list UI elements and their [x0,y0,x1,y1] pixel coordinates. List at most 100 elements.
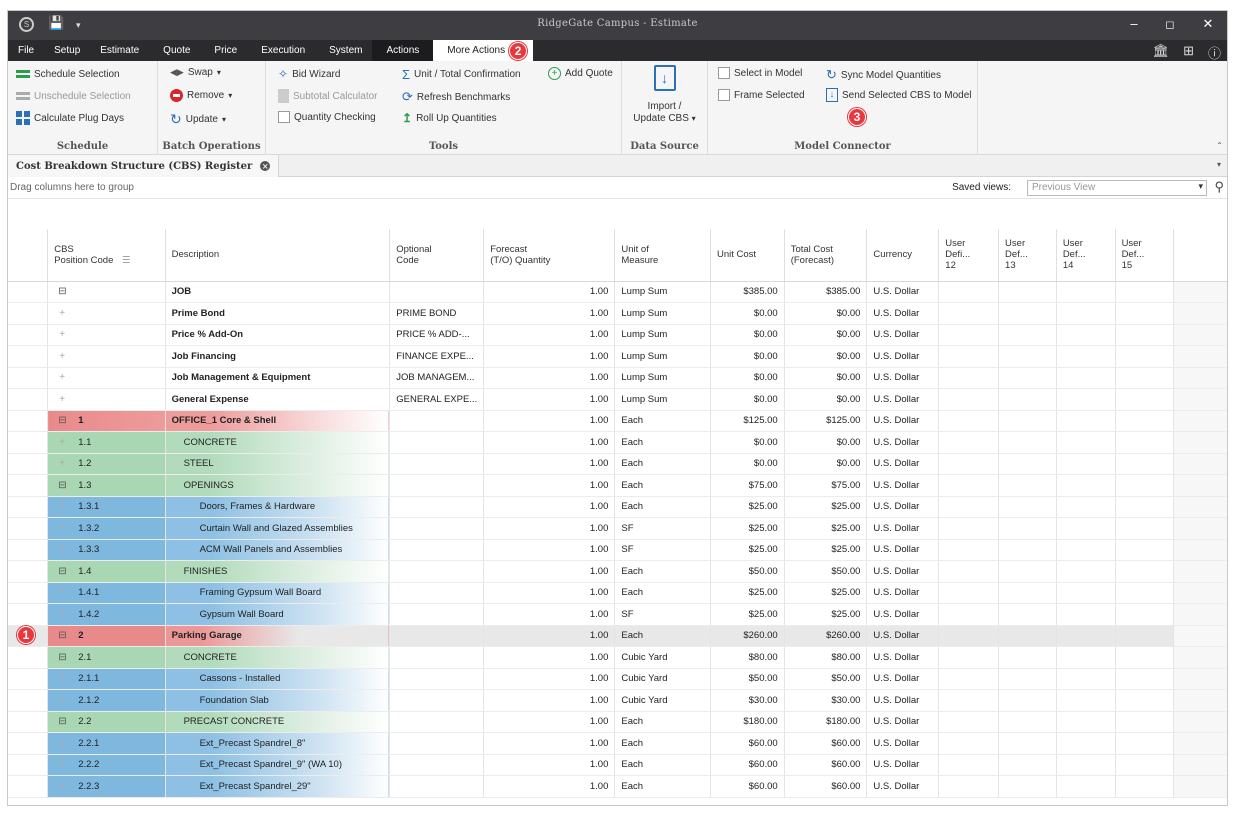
unit-cost-cell[interactable]: $60.00 [710,775,785,798]
collapse-icon[interactable]: ⊟ [58,286,66,297]
user-def-12-cell[interactable] [938,367,1000,389]
unit-cost-cell[interactable]: $180.00 [710,711,785,733]
row-selector[interactable] [8,431,49,454]
row-selector[interactable] [8,603,49,626]
total-cost-cell[interactable]: $0.00 [784,324,868,346]
expand-icon[interactable]: + [58,587,66,598]
forecast-qty-cell[interactable]: 1.00 [483,711,616,733]
total-cost-cell[interactable]: $25.00 [784,517,868,540]
unit-cost-cell[interactable]: $0.00 [710,324,785,346]
table-row[interactable]: + Price % Add-On PRICE % ADD-... 1.00 Lump S… [8,324,1227,346]
uom-cell[interactable]: SF [614,539,711,561]
optional-code-cell[interactable] [389,689,485,712]
user-def-13-cell[interactable] [998,431,1057,454]
total-cost-cell[interactable]: $60.00 [784,754,868,776]
description-cell[interactable]: Parking Garage [165,625,391,647]
row-selector[interactable] [8,474,49,497]
description-cell[interactable]: Ext_Precast Spandrel_29" [165,775,391,798]
total-cost-cell[interactable]: $60.00 [784,732,868,755]
expand-icon[interactable]: + [58,437,66,448]
user-def-13-cell[interactable] [998,281,1057,303]
cbs-code-cell[interactable]: + [47,302,166,325]
currency-cell[interactable]: U.S. Dollar [866,732,940,755]
description-cell[interactable]: Gypsum Wall Board [165,603,391,626]
user-def-15-cell[interactable] [1115,754,1175,776]
total-cost-cell[interactable]: $60.00 [784,775,868,798]
optional-code-cell[interactable]: PRICE % ADD-... [389,324,485,346]
expand-icon[interactable]: + [58,523,66,534]
cbs-code-cell[interactable]: +1.4.1 [47,582,166,604]
currency-cell[interactable]: U.S. Dollar [866,345,940,368]
user-def-13-cell[interactable] [998,754,1057,776]
total-cost-cell[interactable]: $0.00 [784,453,868,475]
user-def-13-cell[interactable] [998,410,1057,432]
forecast-qty-cell[interactable]: 1.00 [483,388,616,411]
currency-cell[interactable]: U.S. Dollar [866,324,940,346]
col-unit-cost[interactable]: Unit Cost [710,229,785,282]
table-row[interactable]: +1.3.1 Doors, Frames & Hardware 1.00 Each $2… [8,496,1227,518]
uom-cell[interactable]: Lump Sum [614,367,711,389]
user-def-12-cell[interactable] [938,754,1000,776]
forecast-qty-cell[interactable]: 1.00 [483,603,616,626]
user-def-15-cell[interactable] [1115,324,1175,346]
uom-cell[interactable]: Each [614,754,711,776]
user-def-13-cell[interactable] [998,646,1057,669]
forecast-qty-cell[interactable]: 1.00 [483,367,616,389]
forecast-qty-cell[interactable]: 1.00 [483,560,616,583]
optional-code-cell[interactable] [389,668,485,690]
user-def-15-cell[interactable] [1115,517,1175,540]
row-selector[interactable] [8,345,49,368]
expand-icon[interactable]: + [58,673,66,684]
currency-cell[interactable]: U.S. Dollar [866,496,940,518]
user-def-15-cell[interactable] [1115,474,1175,497]
optional-code-cell[interactable]: GENERAL EXPE... [389,388,485,411]
tab-cbs-register[interactable]: Cost Breakdown Structure (CBS) Register … [8,155,280,177]
currency-cell[interactable]: U.S. Dollar [866,689,940,712]
cbs-code-cell[interactable]: +2.2.1 [47,732,166,755]
col-cbs[interactable]: CBS Position Code ☰ [47,229,166,282]
row-selector[interactable] [8,517,49,540]
col-description[interactable]: Description [165,229,391,282]
currency-cell[interactable]: U.S. Dollar [866,281,940,303]
total-cost-cell[interactable]: $25.00 [784,539,868,561]
user-def-14-cell[interactable] [1056,431,1116,454]
user-def-14-cell[interactable] [1056,517,1116,540]
forecast-qty-cell[interactable]: 1.00 [483,646,616,669]
user-def-14-cell[interactable] [1056,646,1116,669]
unit-cost-cell[interactable]: $25.00 [710,603,785,626]
expand-icon[interactable]: + [58,759,66,770]
row-selector[interactable] [8,689,49,712]
uom-cell[interactable]: Each [614,711,711,733]
user-def-15-cell[interactable] [1115,582,1175,604]
table-row[interactable]: +2.1.1 Cassons - Installed 1.00 Cubic Yard $… [8,668,1227,690]
cbs-code-cell[interactable]: +1.1 [47,431,166,454]
optional-code-cell[interactable] [389,603,485,626]
unit-cost-cell[interactable]: $80.00 [710,646,785,669]
cbs-code-cell[interactable]: +2.2.2 [47,754,166,776]
cbs-code-cell[interactable]: +1.3.1 [47,496,166,518]
menu-setup[interactable]: Setup [44,40,90,61]
user-def-14-cell[interactable] [1056,754,1116,776]
description-cell[interactable]: Cassons - Installed [165,668,391,690]
user-def-13-cell[interactable] [998,345,1057,368]
user-def-14-cell[interactable] [1056,732,1116,755]
unit-cost-cell[interactable]: $0.00 [710,388,785,411]
table-row[interactable]: ⊟ 2.1 CONCRETE 1.00 Cubic Yard $80.00 $80.00 U.… [8,646,1227,669]
user-def-15-cell[interactable] [1115,625,1175,647]
total-cost-cell[interactable]: $180.00 [784,711,868,733]
cbs-code-cell[interactable]: +1.3.3 [47,539,166,561]
total-cost-cell[interactable]: $25.00 [784,603,868,626]
user-def-12-cell[interactable] [938,668,1000,690]
menu-quote[interactable]: Quote [149,40,200,61]
col-uom[interactable]: Unit of Measure [614,229,711,282]
optional-code-cell[interactable] [389,560,485,583]
forecast-qty-cell[interactable]: 1.00 [483,625,616,647]
collapse-icon[interactable]: ⊟ [58,415,66,426]
row-selector[interactable] [8,711,49,733]
user-def-14-cell[interactable] [1056,410,1116,432]
cbs-code-cell[interactable]: ⊟ 2 [47,625,166,647]
import-update-cbs-button[interactable]: ↓ Import / Update CBS ▾ [622,65,707,125]
user-def-15-cell[interactable] [1115,539,1175,561]
user-def-12-cell[interactable] [938,324,1000,346]
cbs-code-cell[interactable]: ⊟ 1.4 [47,560,166,583]
